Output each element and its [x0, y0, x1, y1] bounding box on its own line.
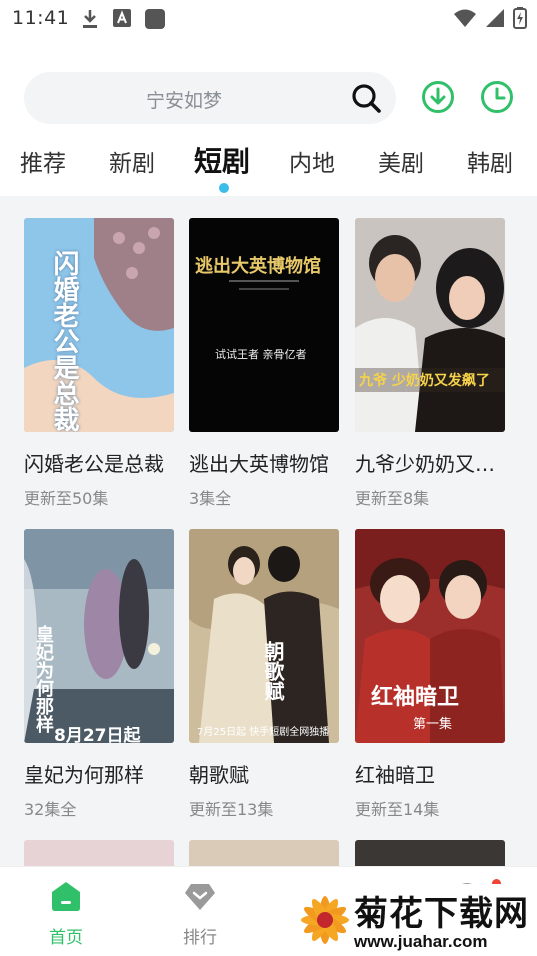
drama-poster[interactable]	[355, 840, 505, 866]
wifi-icon	[454, 9, 476, 27]
tab-short-dramas[interactable]: 短剧	[194, 140, 250, 180]
drama-status: 3集全	[189, 489, 232, 508]
poster-subtitle: 试试王者 亲骨亿者	[215, 348, 307, 361]
drama-poster[interactable]: 逃出大英博物馆 试试王者 亲骨亿者	[189, 218, 339, 432]
search-placeholder: 宁安如梦	[145, 90, 222, 112]
poster-title: 逃出大英博物馆	[195, 256, 321, 277]
search-bar[interactable]: 宁安如梦	[24, 72, 396, 124]
status-right-icons	[453, 7, 527, 29]
nav-home-label: 首页	[49, 928, 83, 948]
ranking-icon	[185, 884, 215, 910]
status-time: 11:41	[12, 7, 70, 29]
drama-poster[interactable]	[189, 840, 339, 866]
drama-status: 更新至13集	[189, 800, 274, 819]
poster-title: 皇妃为何那样	[33, 625, 54, 733]
drama-card[interactable]: 逃出大英博物馆 试试王者 亲骨亿者 逃出大英博物馆 3集全	[189, 218, 339, 509]
app-status-icon	[145, 9, 165, 29]
tab-korean-dramas[interactable]: 韩剧	[467, 144, 513, 178]
drama-grid: 闪婚老公是总裁 闪婚老公是总裁 更新至50集 逃出大英博物馆 试试王者 亲骨亿者…	[0, 196, 537, 866]
poster-subtitle: 8月27日起	[54, 726, 141, 743]
drama-title: 闪婚老公是总裁	[24, 452, 164, 476]
tab-recommended[interactable]: 推荐	[20, 144, 66, 178]
battery-charging-icon	[513, 7, 527, 29]
drama-card[interactable]: 闪婚老公是总裁 闪婚老公是总裁 更新至50集	[24, 218, 174, 509]
nav-home[interactable]: 首页	[26, 879, 106, 948]
drama-status: 更新至8集	[355, 489, 430, 508]
poster-subtitle: 7月25日起 快手短剧全网独播	[197, 727, 330, 738]
drama-title: 九爷少奶奶又…	[355, 452, 495, 476]
search-icon[interactable]	[350, 82, 382, 114]
status-bar: 11:41	[0, 0, 537, 36]
drama-title: 逃出大英博物馆	[189, 452, 329, 476]
download-icon[interactable]	[421, 80, 455, 114]
drama-status: 更新至14集	[355, 800, 440, 819]
home-icon	[52, 882, 80, 911]
poster-title: 朝歌赋	[261, 641, 285, 701]
drama-status: 更新至50集	[24, 489, 109, 508]
drama-card[interactable]: 九爷 少奶奶又发飙了 九爷少奶奶又… 更新至8集	[355, 218, 505, 509]
poster-title: 红袖暗卫	[371, 684, 460, 710]
watermark-url: www.juahar.com	[354, 932, 488, 951]
poster-title: 闪婚老公是总裁	[49, 250, 79, 432]
drama-poster[interactable]: 皇妃为何那样 8月27日起	[24, 529, 174, 743]
tab-new-dramas[interactable]: 新剧	[109, 144, 155, 178]
drama-status: 32集全	[24, 800, 77, 819]
drama-poster[interactable]: 九爷 少奶奶又发飙了	[355, 218, 505, 432]
drama-poster[interactable]	[24, 840, 174, 866]
tab-mainland[interactable]: 内地	[289, 144, 335, 178]
active-tab-indicator	[219, 183, 229, 193]
drama-card-partial[interactable]	[189, 840, 339, 866]
drama-poster[interactable]: 闪婚老公是总裁	[24, 218, 174, 432]
nav-ranking-label: 排行	[183, 928, 217, 948]
drama-title: 皇妃为何那样	[24, 763, 144, 787]
keyboard-status-icon	[113, 9, 131, 27]
poster-title: 九爷 少奶奶又发飙了	[359, 373, 490, 389]
drama-poster[interactable]: 红袖暗卫 第一集	[355, 529, 505, 743]
drama-card-partial[interactable]	[355, 840, 505, 866]
drama-title: 朝歌赋	[189, 763, 249, 787]
nav-ranking[interactable]: 排行	[160, 879, 240, 948]
drama-card[interactable]: 红袖暗卫 第一集 红袖暗卫 更新至14集	[355, 529, 505, 820]
drama-card-partial[interactable]	[24, 840, 174, 866]
category-tabs: 推荐 新剧 短剧 内地 美剧 韩剧	[0, 138, 537, 196]
watermark-title: 菊花下载网	[354, 894, 529, 934]
drama-card[interactable]: 皇妃为何那样 8月27日起 皇妃为何那样 32集全	[24, 529, 174, 820]
site-watermark: 菊花下载网 www.juahar.com	[296, 884, 537, 956]
signal-icon	[486, 9, 504, 27]
poster-subtitle: 第一集	[413, 717, 453, 732]
drama-card[interactable]: 朝歌赋 7月25日起 快手短剧全网独播 朝歌赋 更新至13集	[189, 529, 339, 820]
drama-title: 红袖暗卫	[355, 763, 435, 787]
download-status-icon	[83, 10, 97, 28]
tab-us-dramas[interactable]: 美剧	[378, 144, 424, 178]
flower-logo-icon	[301, 896, 349, 944]
history-icon[interactable]	[480, 80, 514, 114]
drama-poster[interactable]: 朝歌赋 7月25日起 快手短剧全网独播	[189, 529, 339, 743]
